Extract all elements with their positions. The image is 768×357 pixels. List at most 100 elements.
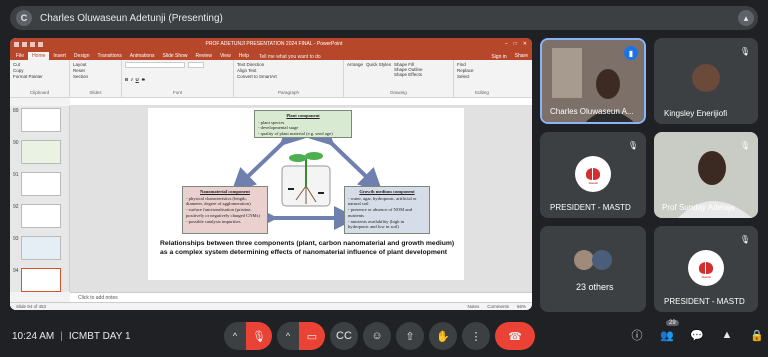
speaking-indicator-icon: ▮ bbox=[624, 46, 638, 60]
participant-avatar bbox=[592, 250, 612, 270]
zoom-level[interactable]: 66% bbox=[517, 304, 526, 309]
quick-styles-button[interactable]: Quick Styles bbox=[366, 62, 391, 77]
activities-icon[interactable]: ▲ bbox=[720, 328, 734, 342]
collapse-icon[interactable]: ▴ bbox=[738, 10, 754, 26]
thumbnail-row[interactable]: 92 bbox=[10, 202, 69, 234]
bold-icon[interactable]: B bbox=[125, 77, 128, 82]
participant-avatar bbox=[692, 64, 720, 92]
select-button[interactable]: Select bbox=[457, 74, 507, 79]
camera-options-chevron-icon[interactable]: ^ bbox=[277, 322, 299, 350]
present-screen-icon[interactable]: ⇧ bbox=[396, 322, 424, 350]
tell-me-box[interactable]: Tell me what you want to do bbox=[259, 54, 321, 60]
slide-thumbnail[interactable] bbox=[21, 204, 61, 228]
close-icon[interactable]: ✕ bbox=[523, 41, 527, 47]
slide-thumbnail[interactable] bbox=[21, 172, 61, 196]
maximize-icon[interactable]: □ bbox=[514, 41, 517, 47]
participant-tile-speaking[interactable]: ▮ Charles Oluwaseun A... bbox=[540, 38, 646, 124]
find-button[interactable]: Find bbox=[457, 62, 507, 67]
participant-tile[interactable]: 🎙 Prof Sunday Adelaja bbox=[654, 132, 758, 218]
save-icon[interactable] bbox=[14, 41, 19, 47]
arrange-button[interactable]: Arrange bbox=[347, 62, 363, 77]
emoji-icon[interactable]: ☺ bbox=[363, 322, 391, 350]
font-size-dropdown[interactable] bbox=[188, 62, 204, 68]
tab-animations[interactable]: Animations bbox=[126, 52, 159, 60]
font-name-dropdown[interactable] bbox=[125, 62, 185, 68]
replace-button[interactable]: Replace bbox=[457, 68, 507, 73]
tab-help[interactable]: Help bbox=[235, 52, 253, 60]
raise-hand-icon[interactable]: ✋ bbox=[429, 322, 457, 350]
redo-icon[interactable] bbox=[30, 41, 35, 47]
mic-options-chevron-icon[interactable]: ^ bbox=[224, 322, 246, 350]
group-editing: Find Replace Select Editing bbox=[454, 60, 510, 97]
camera-off-icon[interactable]: ▭ bbox=[299, 322, 325, 350]
participant-name: PRESIDENT - MASTD bbox=[550, 203, 631, 212]
tab-transitions[interactable]: Transitions bbox=[94, 52, 126, 60]
slide-thumbnail-active[interactable] bbox=[21, 268, 61, 292]
ladybug-icon bbox=[586, 168, 600, 180]
italic-icon[interactable]: I bbox=[131, 77, 132, 82]
minimize-icon[interactable]: – bbox=[505, 41, 508, 47]
undo-icon[interactable] bbox=[22, 41, 27, 47]
tab-review[interactable]: Review bbox=[192, 52, 216, 60]
participant-count-badge: 29 bbox=[666, 320, 679, 326]
participant-name: PRESIDENT - MASTD bbox=[664, 297, 745, 306]
people-icon[interactable]: 👥 29 bbox=[660, 320, 679, 342]
shared-screen: PROF ADETUNJI PRESENTATION 2024 FINAL - … bbox=[10, 38, 532, 310]
group-label: Paragraph bbox=[277, 90, 299, 95]
tab-slide-show[interactable]: Slide Show bbox=[159, 52, 192, 60]
tab-view[interactable]: View bbox=[216, 52, 235, 60]
tab-home[interactable]: Home bbox=[28, 52, 50, 60]
cut-button[interactable]: Cut bbox=[13, 62, 66, 67]
host-controls-icon[interactable]: 🔒 bbox=[750, 328, 764, 342]
clock: 10:24 AM bbox=[12, 331, 55, 342]
slide-thumbnails: 89 90 91 92 93 94 bbox=[10, 106, 70, 292]
more-options-icon[interactable]: ⋮ bbox=[462, 322, 490, 350]
underline-icon[interactable]: U bbox=[136, 77, 139, 82]
slide-thumbnail[interactable] bbox=[21, 108, 61, 132]
tab-design[interactable]: Design bbox=[70, 52, 94, 60]
align-text-button[interactable]: Align Text bbox=[237, 68, 340, 73]
participant-tile[interactable]: 🎙 Kingsley Enerijiofi bbox=[654, 38, 758, 124]
plant-beaker-illustration bbox=[281, 152, 331, 207]
tab-file[interactable]: File bbox=[12, 52, 28, 60]
participant-tile[interactable]: mastd 🎙 PRESIDENT - MASTD bbox=[540, 132, 646, 218]
slide-canvas: Plant component - plant species - develo… bbox=[70, 106, 532, 292]
mic-off-icon[interactable]: 🎙 bbox=[246, 322, 272, 350]
thumbnail-row[interactable]: 93 bbox=[10, 234, 69, 266]
slide[interactable]: Plant component - plant species - develo… bbox=[148, 108, 464, 280]
thumbnail-row[interactable]: 94 bbox=[10, 266, 69, 298]
nanomaterial-component-box: Nanomaterial component - physical charac… bbox=[182, 186, 268, 234]
copy-button[interactable]: Copy bbox=[13, 68, 66, 73]
participant-tile[interactable]: mastd 🎙 PRESIDENT - MASTD bbox=[654, 226, 758, 312]
thumbnail-row[interactable]: 90 bbox=[10, 138, 69, 170]
section-button[interactable]: Section bbox=[73, 74, 118, 79]
thumbnail-row[interactable]: 89 bbox=[10, 106, 69, 138]
muted-mic-icon: 🎙 bbox=[739, 46, 751, 56]
group-drawing: Arrange Quick Styles Shape Fill Shape Ou… bbox=[344, 60, 454, 97]
bottom-control-bar: 10:24 AM | ICMBT DAY 1 ^ 🎙 ^ ▭ CC ☺ ⇧ ✋ ⋮ … bbox=[0, 318, 768, 357]
format-painter-button[interactable]: Format Painter bbox=[13, 74, 66, 79]
slide-thumbnail[interactable] bbox=[21, 140, 61, 164]
captions-icon[interactable]: CC bbox=[330, 322, 358, 350]
group-paragraph: Text Direction Align Text Convert to Sma… bbox=[234, 60, 344, 97]
notes-toggle[interactable]: Notes bbox=[467, 304, 479, 309]
tab-insert[interactable]: Insert bbox=[49, 52, 70, 60]
slide-thumbnail[interactable] bbox=[21, 236, 61, 260]
text-direction-button[interactable]: Text Direction bbox=[237, 62, 340, 67]
thumbnail-row[interactable]: 91 bbox=[10, 170, 69, 202]
strikethrough-icon[interactable]: S bbox=[142, 77, 145, 82]
presenting-bar: C Charles Oluwaseun Adetunji (Presenting… bbox=[10, 6, 758, 30]
leave-call-icon[interactable]: ☎ bbox=[495, 322, 535, 350]
meeting-details-icon[interactable]: ⓘ bbox=[630, 328, 644, 342]
participants-overflow-tile[interactable]: 23 others bbox=[540, 226, 646, 312]
ruler bbox=[70, 98, 532, 106]
convert-smartart-button[interactable]: Convert to SmartArt bbox=[237, 74, 340, 79]
layout-button[interactable]: Layout bbox=[73, 62, 118, 67]
meet-window: C Charles Oluwaseun Adetunji (Presenting… bbox=[0, 0, 768, 357]
notes-placeholder[interactable]: Click to add notes bbox=[70, 292, 532, 302]
shape-effects-button[interactable]: Shape Effects bbox=[394, 72, 423, 77]
reset-button[interactable]: Reset bbox=[73, 68, 118, 73]
comments-toggle[interactable]: Comments bbox=[487, 304, 509, 309]
chat-icon[interactable]: 💬 bbox=[690, 328, 704, 342]
share-button[interactable]: Share bbox=[511, 52, 532, 60]
